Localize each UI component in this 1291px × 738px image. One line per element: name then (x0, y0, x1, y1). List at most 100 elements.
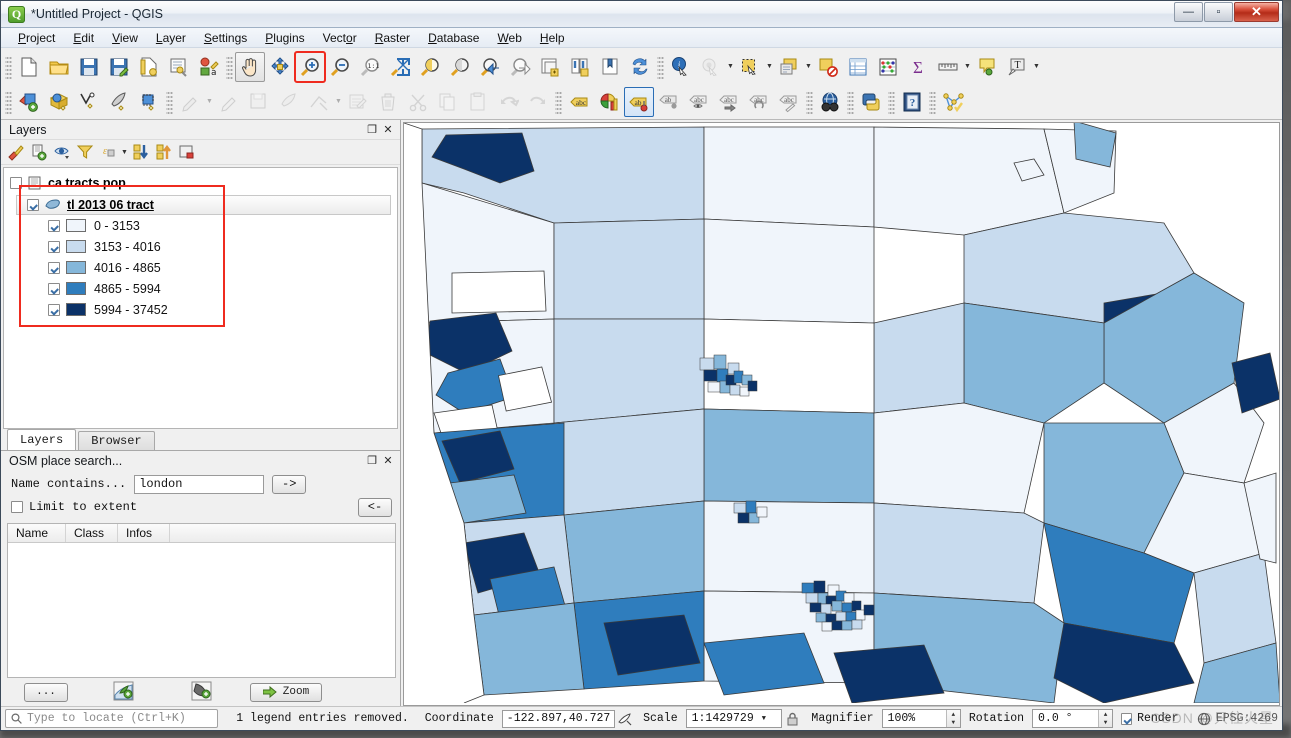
zoom-to-layer-icon[interactable] (445, 52, 475, 82)
toggle-editing-icon[interactable] (214, 87, 244, 117)
menu-vector[interactable]: Vector (314, 29, 366, 47)
magnifier-stepper[interactable]: ▲ ▼ (945, 710, 960, 727)
save-layer-edits-icon[interactable] (244, 87, 274, 117)
legend-item[interactable]: 3153 - 4016 (4, 236, 397, 257)
chevron-down-icon[interactable]: ▼ (804, 63, 813, 70)
tab-layers[interactable]: Layers (7, 428, 77, 450)
copy-features-icon[interactable] (433, 87, 463, 117)
save-project-icon[interactable] (74, 52, 104, 82)
menu-layer[interactable]: Layer (147, 29, 195, 47)
delete-selected-icon[interactable] (373, 87, 403, 117)
crs-status-icon[interactable] (1193, 712, 1216, 726)
close-button[interactable]: ✕ (1234, 2, 1279, 22)
new-text-annotation-icon[interactable]: T (1002, 52, 1032, 82)
menu-web[interactable]: Web (488, 29, 530, 47)
rotation-stepper[interactable]: ▲ ▼ (1098, 710, 1113, 727)
run-feature-action-icon[interactable] (696, 52, 726, 82)
more-options-button[interactable]: ... (24, 682, 68, 702)
chevron-down-icon[interactable]: ▼ (120, 149, 129, 156)
add-vector-layer-icon[interactable] (14, 87, 44, 117)
map-canvas[interactable]: .c0{fill:#f0f5fb;stroke:#3a3a3a;stroke-w… (403, 122, 1280, 706)
tab-browser[interactable]: Browser (78, 430, 155, 450)
identify-features-icon[interactable]: i (666, 52, 696, 82)
field-calculator-icon[interactable] (873, 52, 903, 82)
map-tips-icon[interactable] (972, 52, 1002, 82)
layer-checkbox[interactable] (27, 199, 39, 211)
toolbar-grip[interactable] (847, 89, 854, 114)
show-bookmarks-icon[interactable] (595, 52, 625, 82)
osm-search-go-button[interactable]: -> (272, 474, 307, 494)
menu-edit[interactable]: Edit (64, 29, 103, 47)
zoom-last-icon[interactable] (475, 52, 505, 82)
show-unplaced-labels-icon[interactable]: abc (684, 87, 714, 117)
statistical-summary-icon[interactable]: Σ (903, 52, 933, 82)
change-label-icon[interactable]: abc (774, 87, 804, 117)
new-project-icon[interactable] (14, 52, 44, 82)
measure-line-icon[interactable] (933, 52, 963, 82)
filter-legend-expression-icon[interactable]: ε (97, 142, 119, 163)
collapse-all-icon[interactable] (153, 142, 175, 163)
move-label-icon[interactable]: abc (714, 87, 744, 117)
new-3d-map-view-icon[interactable] (565, 52, 595, 82)
layers-tree[interactable]: ca tracts pop tl 2013 06 tract 0 - 3153 3… (3, 167, 398, 429)
legend-item[interactable]: 5994 - 37452 (4, 299, 397, 320)
osm-search-input[interactable]: london (134, 474, 265, 494)
toolbar-grip[interactable] (806, 89, 813, 114)
expand-all-icon[interactable] (130, 142, 152, 163)
close-icon[interactable]: ✕ (380, 453, 396, 469)
modify-attributes-icon[interactable] (343, 87, 373, 117)
processing-toolbox-icon[interactable] (938, 87, 968, 117)
refresh-icon[interactable] (625, 52, 655, 82)
add-raster-layer-icon[interactable] (44, 87, 74, 117)
toolbar-grip[interactable] (555, 89, 562, 114)
crs-value[interactable]: EPSG:4269 (1216, 712, 1278, 725)
legend-item[interactable]: 4016 - 4865 (4, 257, 397, 278)
save-project-as-icon[interactable] (104, 52, 134, 82)
layer-item-tl-2013-06-tract[interactable]: tl 2013 06 tract (16, 195, 391, 215)
undo-icon[interactable] (493, 87, 523, 117)
select-by-value-icon[interactable] (774, 52, 804, 82)
menu-settings[interactable]: Settings (195, 29, 256, 47)
magnifier-spinbox[interactable]: 100% ▲ ▼ (881, 709, 961, 728)
zoom-full-icon[interactable] (385, 52, 415, 82)
coordinate-value[interactable]: -122.897,40.727 (501, 709, 616, 728)
chevron-down-icon[interactable]: ▼ (963, 63, 972, 70)
open-layer-styling-panel-icon[interactable] (5, 142, 27, 163)
osm-results-table[interactable]: Name Class Infos (7, 522, 396, 678)
toggle-extents-icon[interactable] (615, 712, 635, 726)
zoom-in-icon[interactable] (294, 50, 326, 83)
layer-diagram-icon[interactable] (594, 87, 624, 117)
add-virtual-layer-icon[interactable] (134, 87, 164, 117)
legend-checkbox[interactable] (48, 261, 60, 274)
zoom-to-place-button[interactable]: Zoom (250, 682, 322, 702)
style-manager-icon[interactable]: a (194, 52, 224, 82)
cut-features-icon[interactable] (403, 87, 433, 117)
menu-plugins[interactable]: Plugins (256, 29, 313, 47)
chevron-down-icon[interactable]: ▼ (1032, 63, 1041, 70)
chevron-down-icon[interactable]: ▼ (205, 98, 214, 105)
zoom-to-selection-icon[interactable] (415, 52, 445, 82)
current-edits-icon[interactable] (175, 87, 205, 117)
toolbar-grip[interactable] (657, 54, 664, 79)
layer-group-ca-tracts-pop[interactable]: ca tracts pop (4, 172, 397, 193)
remove-layer-icon[interactable] (176, 142, 198, 163)
layer-labeling-icon[interactable]: abc (564, 87, 594, 117)
zoom-native-icon[interactable]: 1:1 (355, 52, 385, 82)
add-place-layer-button[interactable] (191, 681, 213, 704)
toolbar-grip[interactable] (166, 89, 173, 114)
group-checkbox[interactable] (10, 176, 22, 189)
add-spatialite-layer-icon[interactable] (104, 87, 134, 117)
vertex-tool-icon[interactable] (304, 87, 334, 117)
chevron-down-icon[interactable]: ▼ (765, 63, 774, 70)
rotate-label-icon[interactable]: abc (744, 87, 774, 117)
add-delimited-text-layer-icon[interactable] (74, 87, 104, 117)
legend-checkbox[interactable] (48, 282, 60, 295)
legend-checkbox[interactable] (48, 219, 60, 232)
pin-labels-icon[interactable]: ab (624, 86, 654, 117)
deselect-features-icon[interactable] (813, 52, 843, 82)
undock-icon[interactable]: ❐ (364, 122, 380, 138)
metasearch-icon[interactable] (815, 87, 845, 117)
menu-help[interactable]: Help (531, 29, 574, 47)
render-checkbox[interactable] (1121, 712, 1133, 725)
lock-scale-icon[interactable] (782, 712, 804, 726)
